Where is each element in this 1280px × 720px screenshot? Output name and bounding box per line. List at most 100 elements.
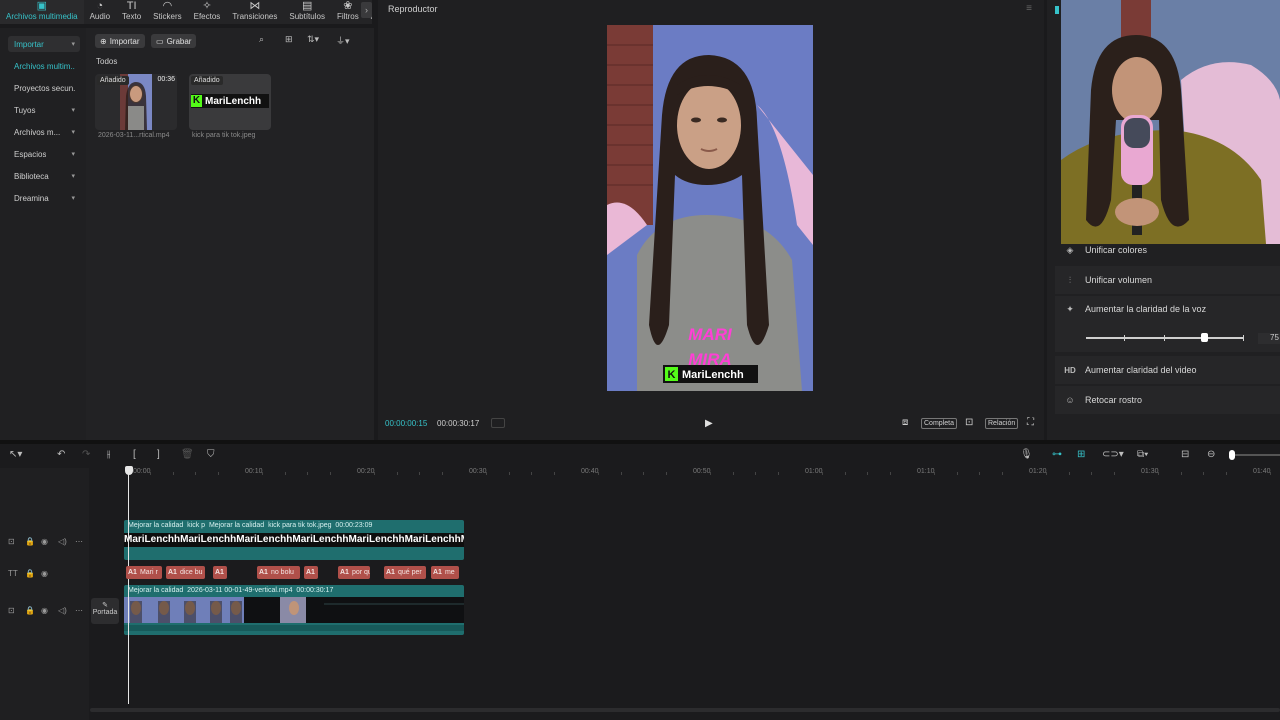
- playhead-handle[interactable]: [124, 466, 133, 475]
- ruler-tick: [732, 472, 734, 475]
- redo-icon[interactable]: ↷: [82, 449, 90, 460]
- sidebar-item-proyectos-secun[interactable]: Proyectos secun...: [8, 80, 80, 96]
- toolbar-more-button[interactable]: ›: [361, 2, 372, 18]
- text-clip-label: dice bu: [179, 569, 203, 576]
- zoom-slider-track[interactable]: [1230, 454, 1280, 456]
- tab-audio[interactable]: ◔ Audio: [84, 0, 116, 24]
- magnet-icon[interactable]: ⊶: [1052, 449, 1062, 460]
- retouch-face-row[interactable]: ☺ Retocar rostro: [1055, 386, 1280, 414]
- record-button[interactable]: ▭ Grabar: [151, 34, 197, 48]
- more-icon[interactable]: ⋯: [75, 537, 83, 546]
- tab-stickers[interactable]: ◠ Stickers: [147, 0, 187, 24]
- ruler-tick: [531, 472, 533, 475]
- sidebar-item-tuyos[interactable]: Tuyos ▾: [8, 102, 80, 118]
- filter-icon[interactable]: ⏚▾: [336, 34, 350, 47]
- video-clip[interactable]: Mejorar la calidad 2026-03-11 00-01-49-v…: [124, 585, 464, 635]
- aspect-ratio-button[interactable]: Relación: [985, 418, 1019, 429]
- delete-icon[interactable]: 🗑: [181, 449, 194, 460]
- ruler-tick: [172, 472, 174, 475]
- tab-transiciones[interactable]: ⋈ Transiciones: [226, 0, 283, 24]
- sidebar-item-espacios[interactable]: Espacios ▾: [8, 146, 80, 162]
- media-sidebar: Importar ▾ Archivos multim... Proyectos sec…: [0, 28, 86, 440]
- video-preview[interactable]: MARI MIRA K MariLenchh: [607, 25, 813, 391]
- ruler-tick: [396, 472, 398, 475]
- sidebar-item-biblioteca[interactable]: Biblioteca ▾: [8, 168, 80, 184]
- unify-volume-row[interactable]: ⫶ Unificar volumen: [1055, 266, 1280, 294]
- shield-icon[interactable]: ⛉: [207, 449, 215, 460]
- link-icon[interactable]: ⊂⊃▾: [1102, 449, 1124, 460]
- mute-icon[interactable]: ◁): [58, 537, 67, 546]
- text-clip[interactable]: A1 Mari r: [126, 566, 162, 579]
- sort-icon[interactable]: ⇅▾: [307, 34, 319, 45]
- playhead[interactable]: [128, 468, 129, 704]
- sidebar-item-importar[interactable]: Importar ▾: [8, 36, 80, 52]
- import-button[interactable]: ⊕ Importar: [95, 34, 145, 48]
- unify-colors-row[interactable]: ◈ Unificar colores: [1055, 236, 1280, 264]
- voice-clarity-slider-handle[interactable]: [1200, 333, 1208, 342]
- text-clip-label: por qué: [351, 569, 370, 576]
- lock-icon[interactable]: 🔒: [25, 569, 35, 578]
- overlay-logo-text: MariLenchh: [682, 369, 744, 381]
- lock-icon[interactable]: 🔒: [25, 606, 35, 615]
- tab-subt-tulos[interactable]: ▤ Subtítulos: [283, 0, 331, 24]
- ruler-tick: [1158, 472, 1160, 475]
- auto-snap-icon[interactable]: ⊞: [1077, 449, 1085, 460]
- text-clip[interactable]: A1 dice bu: [166, 566, 205, 579]
- play-button[interactable]: ▶: [705, 418, 713, 429]
- sticker-track-icon: ⊡: [8, 537, 15, 546]
- menu-icon[interactable]: ≡: [1026, 3, 1032, 14]
- sticker-clip[interactable]: Mejorar la calidad kick p Mejorar la cal…: [124, 520, 464, 560]
- grid-view-icon[interactable]: ⊞: [285, 34, 293, 45]
- visibility-icon[interactable]: ◉: [41, 537, 48, 546]
- trim-left-icon[interactable]: [: [133, 449, 136, 460]
- sticker-frame-text: MariLenchh: [292, 534, 349, 545]
- text-clip[interactable]: A1: [213, 566, 227, 579]
- sidebar-item-archivos-m[interactable]: Archivos m... ▾: [8, 124, 80, 140]
- timeline-horizontal-scrollbar[interactable]: [90, 708, 1280, 712]
- text-clip[interactable]: A1 no bolu: [257, 566, 300, 579]
- voice-clarity-value[interactable]: 75: [1258, 333, 1280, 344]
- microphone-icon[interactable]: 🎙: [1020, 449, 1033, 460]
- voice-clarity-slider-track[interactable]: [1086, 337, 1244, 339]
- more-icon[interactable]: ⋯: [75, 606, 83, 615]
- ruler-tick: [777, 472, 779, 475]
- tab-filtros[interactable]: ❀ Filtros: [331, 0, 365, 24]
- cover-button[interactable]: ✎ Portada: [91, 598, 119, 624]
- ruler-tick: [598, 472, 600, 475]
- trim-right-icon[interactable]: ]: [157, 449, 160, 460]
- tab-texto[interactable]: TI Texto: [116, 0, 147, 24]
- text-clip[interactable]: A1 qué per: [384, 566, 426, 579]
- audio-waveform: [124, 625, 464, 631]
- lock-icon[interactable]: 🔒: [25, 537, 35, 546]
- preview-axis-icon[interactable]: ⧉▾: [1137, 449, 1148, 460]
- mute-icon[interactable]: ◁): [58, 606, 67, 615]
- zoom-out-icon[interactable]: ⊖: [1207, 449, 1215, 460]
- split-icon[interactable]: ⫲: [107, 449, 110, 460]
- fullscreen-icon[interactable]: ⛶: [1027, 417, 1034, 428]
- zoom-slider-handle[interactable]: [1229, 450, 1235, 460]
- tab-efectos[interactable]: ✧ Efectos: [188, 0, 227, 24]
- ruler-tick: [508, 472, 510, 475]
- ruler-tick: [844, 472, 846, 475]
- crop-icon[interactable]: ⧈: [902, 417, 908, 428]
- search-icon[interactable]: ⌕: [259, 34, 264, 45]
- text-clip[interactable]: A1: [304, 566, 318, 579]
- focus-icon[interactable]: ⊡: [965, 417, 973, 428]
- sidebar-item-dreamina[interactable]: Dreamina ▾: [8, 190, 80, 206]
- voice-clarity-row[interactable]: ✦ Aumentar la claridad de la voz: [1055, 296, 1280, 352]
- unify-volume-label: Unificar volumen: [1085, 275, 1153, 285]
- text-clip[interactable]: A1 me: [431, 566, 459, 579]
- select-tool-icon[interactable]: ↖▾: [9, 449, 22, 460]
- tab-archivos-multimedia[interactable]: ▣ Archivos multimedia: [0, 0, 84, 24]
- visibility-icon[interactable]: ◉: [41, 606, 48, 615]
- sidebar-item-archivos-multim[interactable]: Archivos multim...: [8, 58, 80, 74]
- visibility-icon[interactable]: ◉: [41, 569, 48, 578]
- media-item-video[interactable]: Añadido 00:36: [95, 74, 177, 130]
- full-quality-button[interactable]: Completa: [921, 418, 957, 429]
- video-clarity-row[interactable]: HD Aumentar claridad del video: [1055, 356, 1280, 384]
- media-item-image[interactable]: K MariLenchh Añadido: [189, 74, 271, 130]
- caption-icon[interactable]: ⊟: [1181, 449, 1189, 460]
- timecode-toggle[interactable]: [491, 418, 505, 428]
- undo-icon[interactable]: ↶: [57, 449, 65, 460]
- text-clip[interactable]: A1por qué: [338, 566, 370, 579]
